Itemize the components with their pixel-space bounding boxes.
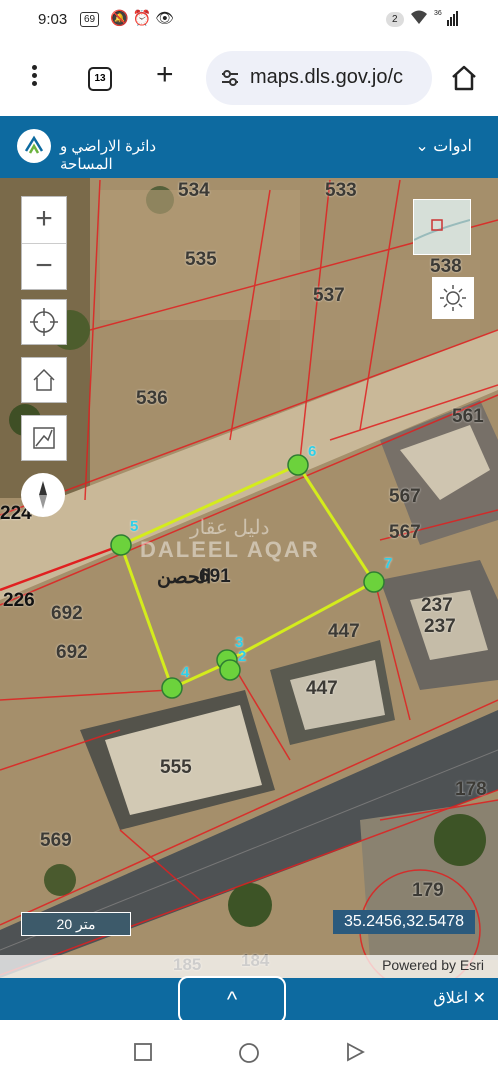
recents-icon[interactable]	[133, 1042, 153, 1062]
zoom-in-button[interactable]: +	[22, 197, 66, 243]
measure-icon	[33, 427, 55, 449]
chevron-down-icon: ⌄	[415, 138, 429, 155]
parcel-label: 447	[328, 621, 360, 642]
parcel-label: 538	[430, 256, 462, 277]
tools-label: ادوات	[433, 138, 472, 155]
vertex-layer	[110, 454, 385, 699]
attribution-text: Powered by Esri	[382, 957, 484, 973]
parcel-label: 567	[389, 522, 421, 543]
vertex-4	[161, 677, 183, 699]
parcel-label: 535	[185, 249, 217, 270]
home-nav-icon[interactable]	[238, 1042, 260, 1064]
map-view[interactable]	[0, 178, 498, 978]
close-button[interactable]: اغلاق ✕	[433, 988, 486, 1008]
scale-bar: 20 متر	[21, 912, 131, 936]
status-bar: 9:03 69 🔕⏰👁 2 36	[0, 0, 498, 40]
home-icon[interactable]	[450, 64, 478, 92]
vertex-label: 6	[308, 443, 317, 460]
overview-map[interactable]	[413, 199, 471, 255]
parcel-label: 226	[3, 590, 35, 611]
site-settings-icon[interactable]	[220, 68, 240, 88]
system-nav-bar	[0, 1020, 498, 1080]
parcel-label: 567	[389, 486, 421, 507]
parcel-label: 692	[56, 642, 88, 663]
browser-toolbar: 13 + maps.dls.gov.jo/c	[0, 40, 498, 116]
tab-switcher-button[interactable]: 13	[88, 67, 112, 91]
watermark-latin: DALEEL AQAR	[140, 537, 320, 562]
coordinates-readout: 35.2456,32.5478	[333, 910, 475, 934]
vertex-label: 5	[130, 518, 139, 535]
vertex-7	[363, 571, 385, 593]
home-extent-button[interactable]	[21, 357, 67, 403]
overview-map-thumbnail	[413, 200, 471, 254]
signal-icon: 36	[434, 8, 464, 30]
zoom-control: + −	[21, 196, 67, 290]
tools-menu[interactable]: ⌄ ادوات	[415, 136, 472, 156]
parcel-label: 237	[421, 595, 453, 616]
clock: 9:03	[38, 11, 68, 28]
vertex-5	[110, 534, 132, 556]
vertex-label: 4	[181, 664, 190, 681]
bottom-panel-bar: ^ اغلاق ✕	[0, 976, 498, 1024]
menu-icon[interactable]	[22, 62, 46, 92]
app-title: دائرة الاراضي و المساحة	[60, 138, 157, 173]
url-text[interactable]: maps.dls.gov.jo/c	[250, 66, 428, 89]
home-icon	[33, 368, 55, 391]
vertex-label: 7	[384, 555, 393, 572]
parcel-label: 692	[51, 603, 83, 624]
place-name: الحصن	[157, 567, 212, 588]
parcel-label: 555	[160, 757, 192, 778]
vertex-6	[287, 454, 309, 476]
new-tab-icon[interactable]: +	[156, 58, 174, 92]
attribution-bar: Powered by Esri	[0, 955, 498, 978]
wifi-icon	[410, 9, 428, 28]
app-header: دائرة الاراضي و المساحة ⌄ ادوات	[0, 116, 498, 178]
compass-icon	[39, 481, 47, 509]
parcel-label: 534	[178, 180, 210, 201]
dls-logo	[17, 129, 51, 163]
parcel-label: 533	[325, 180, 357, 201]
parcel-label: 569	[40, 830, 72, 851]
parcel-label: 561	[452, 406, 484, 427]
crosshair-icon	[30, 308, 58, 336]
compass-button[interactable]	[21, 473, 65, 517]
measure-button[interactable]	[21, 415, 67, 461]
vertex-2	[219, 659, 241, 681]
parcel-label: 179	[412, 880, 444, 901]
address-bar[interactable]: maps.dls.gov.jo/c	[206, 51, 432, 105]
locate-button[interactable]	[21, 299, 67, 345]
zoom-out-button[interactable]: −	[22, 243, 66, 290]
notif-count: 2	[386, 12, 404, 27]
basemap-toggle-button[interactable]	[432, 277, 474, 319]
parcel-label: 537	[313, 285, 345, 306]
vertex-label: 2	[238, 648, 247, 665]
sun-icon	[440, 285, 466, 311]
parcel-label: 178	[455, 779, 487, 800]
back-icon[interactable]	[345, 1042, 365, 1062]
parcel-label: 447	[306, 678, 338, 699]
status-icons: 🔕⏰👁	[110, 10, 179, 27]
network-label: 36	[434, 10, 442, 17]
expand-panel-button[interactable]: ^	[178, 976, 286, 1024]
notification-badge: 69	[80, 12, 100, 27]
parcel-label: 237	[424, 616, 456, 637]
parcel-label: 536	[136, 388, 168, 409]
